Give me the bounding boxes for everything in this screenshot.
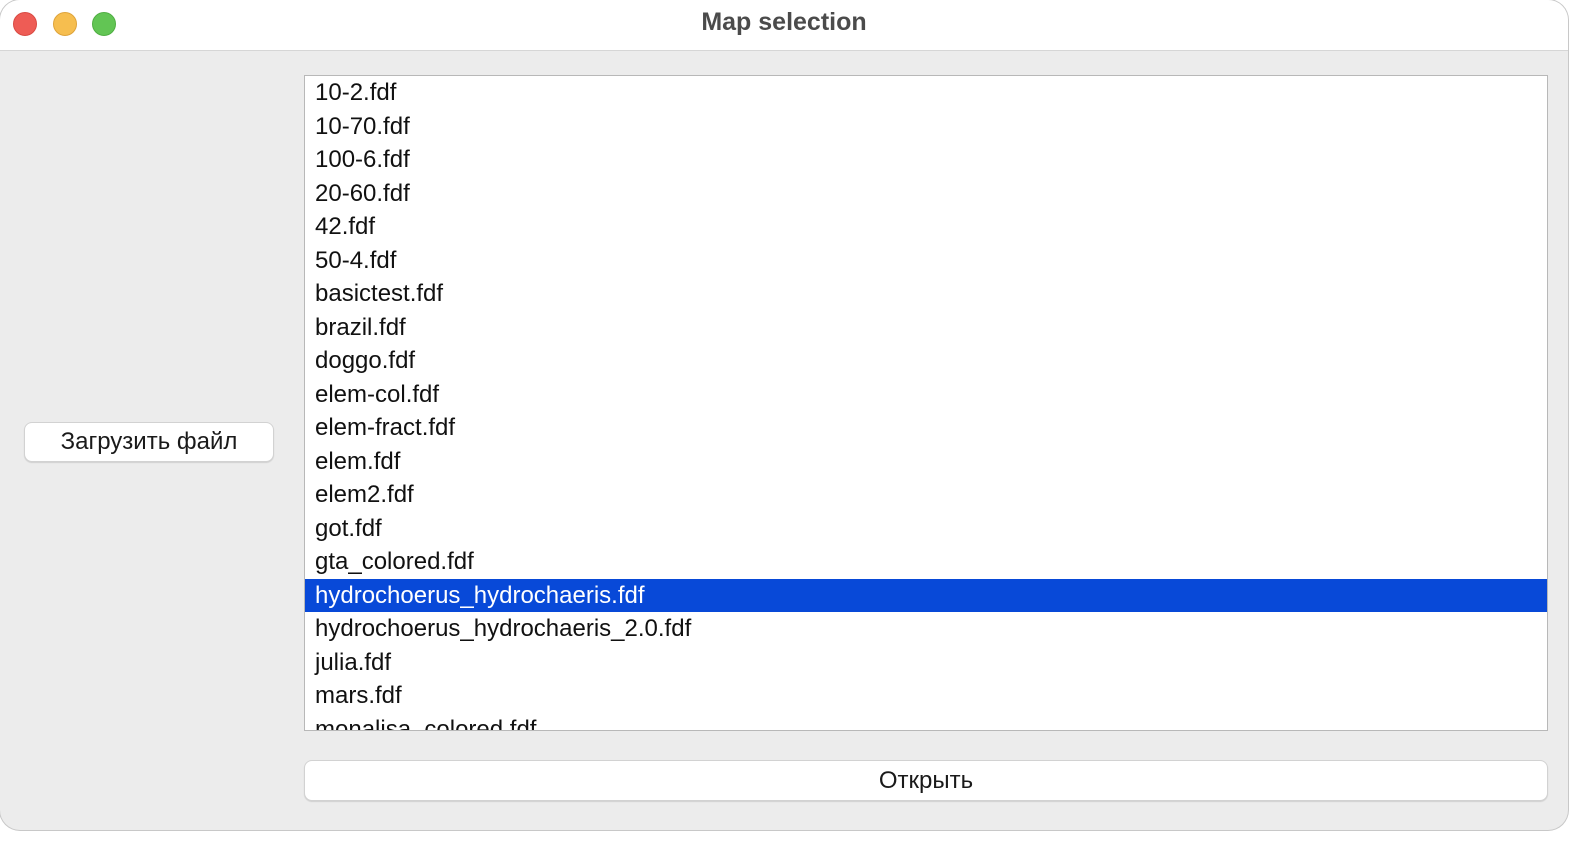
file-list-items: 10-2.fdf 10-70.fdf 100-6.fdf 20-60.fdf 42.fd… [305, 76, 1547, 731]
file-list-item[interactable]: hydrochoerus_hydrochaeris_2.0.fdf [305, 612, 1547, 646]
file-list-item[interactable]: elem-fract.fdf [305, 411, 1547, 445]
file-list-item[interactable]: elem-col.fdf [305, 378, 1547, 412]
file-list-item[interactable]: elem2.fdf [305, 478, 1547, 512]
file-list-item[interactable]: 42.fdf [305, 210, 1547, 244]
file-list-item[interactable]: 10-2.fdf [305, 76, 1547, 110]
title-bar: Map selection [0, 0, 1568, 51]
file-list-item[interactable]: elem.fdf [305, 445, 1547, 479]
map-selection-window: Map selection Загрузить файл 10-2.fdf 10-… [0, 0, 1568, 830]
file-list-item[interactable]: 50-4.fdf [305, 244, 1547, 278]
file-list-item[interactable]: julia.fdf [305, 646, 1547, 680]
file-list-item[interactable]: got.fdf [305, 512, 1547, 546]
file-list-item[interactable]: doggo.fdf [305, 344, 1547, 378]
file-list-item[interactable]: 100-6.fdf [305, 143, 1547, 177]
window-title: Map selection [701, 8, 867, 36]
file-list[interactable]: 10-2.fdf 10-70.fdf 100-6.fdf 20-60.fdf 42.fd… [304, 75, 1548, 731]
file-list-item[interactable]: hydrochoerus_hydrochaeris.fdf [305, 578, 1547, 612]
file-list-item[interactable]: mars.fdf [305, 679, 1547, 713]
file-list-item[interactable]: 20-60.fdf [305, 177, 1547, 211]
file-list-item[interactable]: gta_colored.fdf [305, 545, 1547, 579]
file-list-item[interactable]: basictest.fdf [305, 277, 1547, 311]
file-list-item[interactable]: brazil.fdf [305, 311, 1547, 345]
file-list-item[interactable]: monalisa_colored.fdf [305, 713, 1547, 731]
file-list-item[interactable]: 10-70.fdf [305, 110, 1547, 144]
upload-file-button[interactable]: Загрузить файл [24, 422, 274, 462]
open-button[interactable]: Открыть [304, 760, 1548, 801]
